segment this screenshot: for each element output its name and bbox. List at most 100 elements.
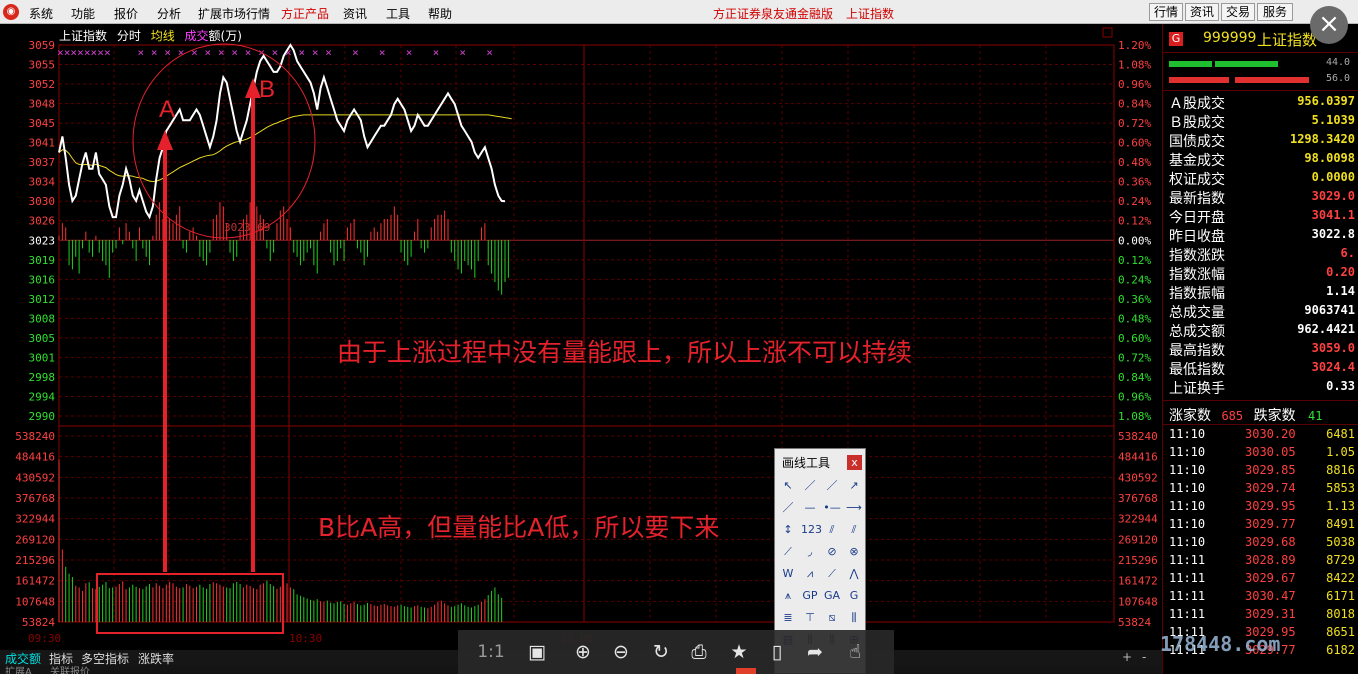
pct-axis-label: 0.96%: [1118, 390, 1151, 403]
drawing-tool-icon[interactable]: GP: [801, 587, 819, 605]
advance-count: 685: [1221, 409, 1244, 423]
drawing-tool-icon[interactable]: ⩚: [779, 587, 797, 605]
drawing-tool-icon[interactable]: •—: [823, 499, 841, 517]
close-viewer-icon[interactable]: ×: [1310, 6, 1348, 44]
stat-value: 3059.0: [1311, 341, 1355, 355]
fit-window-icon[interactable]: ▣: [524, 639, 550, 665]
menu-tools[interactable]: 工具: [386, 5, 410, 22]
phone-icon[interactable]: ▯: [764, 639, 790, 665]
drawing-tool-icon[interactable]: ⧅: [823, 609, 841, 627]
stat-label: 昨日收盘: [1169, 229, 1225, 245]
stat-value: 98.0098: [1304, 151, 1355, 165]
app-logo-icon[interactable]: ◉: [3, 4, 19, 20]
menu-quote[interactable]: 报价: [114, 5, 138, 22]
price-axis-label: 3019: [29, 254, 56, 267]
subtab-extended-a[interactable]: 扩展A: [5, 665, 32, 674]
drawing-tool-icon[interactable]: 123: [801, 521, 822, 539]
stat-value: 5.1039: [1311, 113, 1355, 127]
pct-axis-label: 0.24%: [1118, 195, 1151, 208]
drawing-tool-icon[interactable]: ≣: [779, 609, 797, 627]
tick-time: 11:11: [1169, 553, 1206, 567]
signal-marker: ×: [64, 46, 71, 59]
drawing-tool-icon[interactable]: ／: [801, 477, 819, 495]
stat-value: 0.33: [1326, 379, 1355, 393]
pct-axis-label: 0.12%: [1118, 254, 1151, 267]
zoom-out-button[interactable]: -: [1142, 650, 1146, 664]
menu-help[interactable]: 帮助: [428, 5, 452, 22]
save-icon[interactable]: ⎙: [686, 639, 712, 665]
tick-time: 11:10: [1169, 499, 1206, 513]
stat-label: 最新指数: [1169, 191, 1225, 207]
security-name: 上证指数: [1257, 31, 1318, 49]
zoom-in-icon[interactable]: ⊕: [570, 639, 596, 665]
tab-market[interactable]: 行情: [1149, 3, 1183, 21]
menu-founder-products[interactable]: 方正产品: [281, 5, 329, 22]
drawing-tool-icon[interactable]: ⟋: [779, 543, 797, 561]
drawing-tool-icon[interactable]: ⫼: [845, 609, 863, 627]
drawing-tool-icon[interactable]: ⊤: [801, 609, 819, 627]
drawing-tool-icon[interactable]: ⟶: [845, 499, 863, 517]
signal-marker: ×: [486, 46, 493, 59]
price-axis-label: 2990: [29, 410, 56, 423]
stat-value: 9063741: [1304, 303, 1355, 317]
stat-row: 最高指数 3059.0: [1169, 340, 1358, 359]
annotation-text-2: B比A高，但量能比A低，所以要下来: [318, 513, 720, 542]
drawing-tool-icon[interactable]: GA: [823, 587, 841, 605]
chart-tab-volume[interactable]: 成交额(万): [185, 29, 242, 43]
rotate-icon[interactable]: ↻: [648, 639, 674, 665]
like-icon[interactable]: ☝: [842, 639, 868, 665]
drawing-tool-icon[interactable]: ⫽: [823, 521, 841, 539]
volume-axis-label: 376768: [1118, 492, 1158, 505]
drawing-tool-icon[interactable]: ／: [779, 499, 797, 517]
drawing-tool-icon[interactable]: ⩘: [801, 565, 819, 583]
stat-row: Ａ股成交 956.0397: [1169, 93, 1358, 112]
drawing-tool-icon[interactable]: ↕: [779, 521, 797, 539]
menu-extended-market[interactable]: 扩展市场行情: [198, 5, 270, 22]
price-axis-label: 3055: [29, 59, 56, 72]
chart-tab-avg-line[interactable]: 均线: [151, 29, 175, 43]
drawing-tool-icon[interactable]: —: [801, 499, 819, 517]
tab-service[interactable]: 服务: [1257, 3, 1293, 21]
menu-analysis[interactable]: 分析: [157, 5, 181, 22]
pct-axis-label: 1.20%: [1118, 39, 1151, 52]
pct-axis-label: 0.60%: [1118, 332, 1151, 345]
stat-label: 总成交量: [1169, 305, 1225, 321]
tick-row: 11:10 3029.77 8491: [1169, 517, 1358, 535]
stat-label: 指数振幅: [1169, 286, 1225, 302]
chart-tab-intraday[interactable]: 分时: [117, 29, 141, 43]
menu-system[interactable]: 系统: [29, 5, 53, 22]
drawing-tool-icon[interactable]: ↗: [845, 477, 863, 495]
drawing-tool-icon[interactable]: G: [845, 587, 863, 605]
drawing-tool-icon[interactable]: ⋀: [845, 565, 863, 583]
tick-volume: 6182: [1326, 643, 1355, 657]
menu-news[interactable]: 资讯: [343, 5, 367, 22]
zoom-in-button[interactable]: +: [1122, 650, 1132, 664]
pct-axis-label: 0.84%: [1118, 371, 1151, 384]
drawing-tool-icon[interactable]: ⟋: [823, 565, 841, 583]
tick-row: 11:10 3029.74 5853: [1169, 481, 1358, 499]
drawing-tool-icon[interactable]: ⫽: [845, 521, 863, 539]
bookmark-icon[interactable]: ★: [726, 639, 752, 665]
drawing-tool-icon[interactable]: ◞: [801, 543, 819, 561]
tick-price: 3028.89: [1245, 553, 1296, 567]
actual-size-button[interactable]: 1:1: [476, 639, 506, 665]
tick-price: 3030.20: [1245, 427, 1296, 441]
window-title-security: 上证指数: [846, 7, 895, 21]
drawing-tool-icon[interactable]: ／: [823, 477, 841, 495]
drawing-tool-close-button[interactable]: x: [847, 455, 862, 470]
zoom-out-icon[interactable]: ⊖: [608, 639, 634, 665]
drawing-tool-icon[interactable]: W: [779, 565, 797, 583]
subtab-related-quotes[interactable]: 关联报价: [50, 665, 90, 674]
drawing-tool-icon[interactable]: ↖: [779, 477, 797, 495]
menu-function[interactable]: 功能: [71, 5, 95, 22]
drawing-tool-icon[interactable]: ⊘: [823, 543, 841, 561]
price-axis-label: 3034: [29, 176, 56, 189]
tab-trade[interactable]: 交易: [1221, 3, 1255, 21]
drawing-tool-icon[interactable]: ⊗: [845, 543, 863, 561]
chart-tab-volume-suffix: 额(万): [208, 29, 242, 43]
signal-marker: ×: [312, 46, 319, 59]
pct-axis-label: 0.36%: [1118, 176, 1151, 189]
chart-option-icon: [1102, 27, 1113, 38]
tab-news[interactable]: 资讯: [1185, 3, 1219, 21]
share-icon[interactable]: ➦: [802, 639, 828, 665]
